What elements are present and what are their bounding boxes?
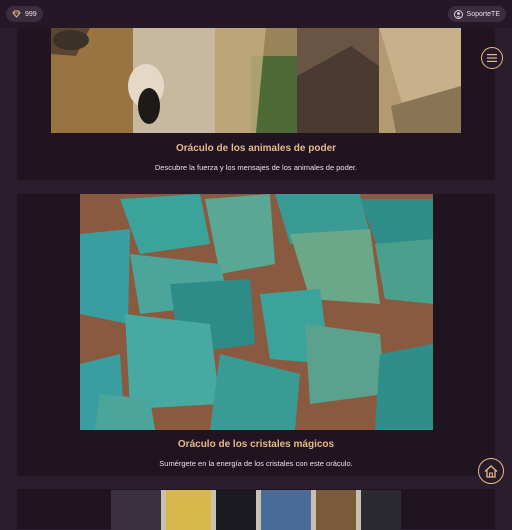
- user-account-button[interactable]: SoporteTE: [447, 6, 506, 22]
- oracle-card-tarot[interactable]: [17, 489, 495, 530]
- tarot-cards-image: [111, 490, 401, 530]
- home-icon: [484, 464, 498, 478]
- menu-button[interactable]: [481, 47, 503, 69]
- hamburger-menu-icon: [487, 54, 497, 62]
- oracle-card-title: Oráculo de los animales de poder: [175, 143, 337, 154]
- gem-icon: [12, 10, 21, 18]
- credits-value: 999: [25, 10, 37, 18]
- oracle-card-description: Sumérgete en la energía de los cristales…: [159, 459, 353, 468]
- user-name: SoporteTE: [466, 10, 500, 18]
- crystals-image: [80, 194, 433, 430]
- oracle-card-crystals[interactable]: Oráculo de los cristales mágicos Sumérge…: [17, 194, 495, 476]
- home-button[interactable]: [478, 458, 504, 484]
- oracle-card-title: Oráculo de los cristales mágicos: [177, 439, 335, 450]
- animals-collage-image: [51, 26, 461, 133]
- user-icon: [453, 9, 463, 19]
- credits-badge[interactable]: 999: [6, 6, 43, 22]
- oracle-card-description: Descubre la fuerza y los mensajes de los…: [154, 163, 358, 172]
- top-bar: 999 SoporteTE: [0, 0, 512, 28]
